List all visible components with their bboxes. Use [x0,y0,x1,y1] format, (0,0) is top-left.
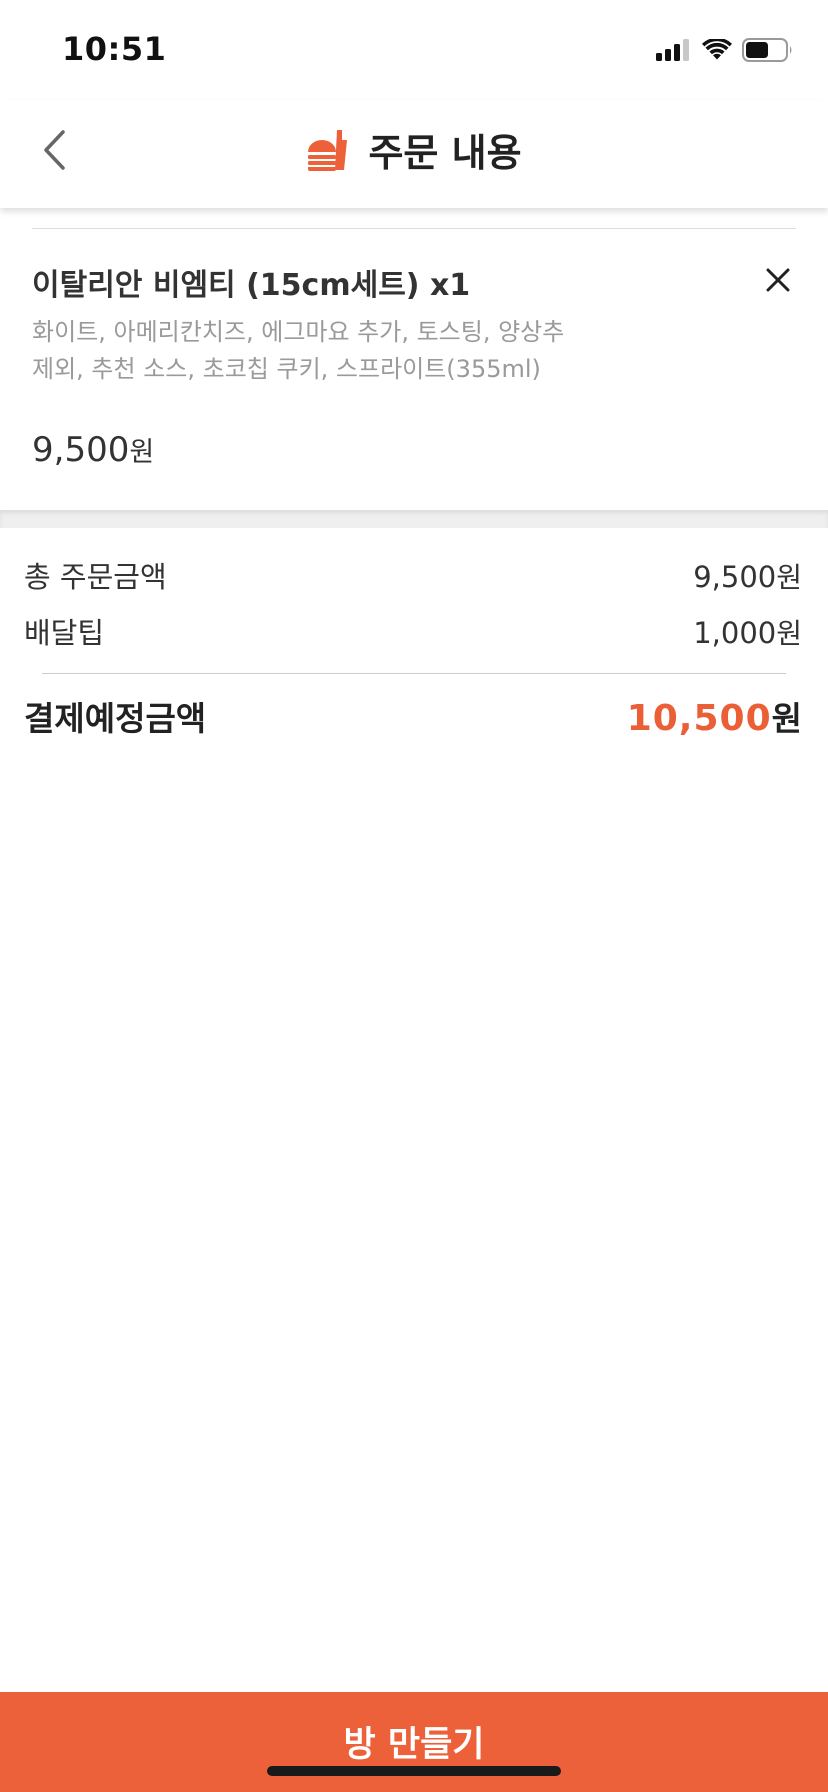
order-total-amount: 9,500원 [693,556,802,596]
delivery-tip-unit: 원 [776,617,802,650]
divider [32,228,796,229]
item-price-value: 9,500 [32,430,130,470]
payment-total-value: 10,500 [626,698,772,739]
order-item-card: 이탈리안 비엠티 (15cm세트) x1 화이트, 아메리칸치즈, 에그마요 추… [0,208,828,510]
payment-total-row: 결제예정금액 10,500원 [24,692,802,740]
item-price-unit: 원 [129,437,155,468]
payment-total-amount: 10,500원 [627,692,802,740]
payment-total-label: 결제예정금액 [24,699,207,738]
divider [42,673,786,674]
payment-total-unit: 원 [771,699,802,738]
delivery-tip-amount: 1,000원 [693,612,802,652]
wifi-icon [702,39,732,60]
header: 주문 내용 [0,100,828,208]
item-options: 화이트, 아메리칸치즈, 에그마요 추가, 토스팅, 양상추 제외, 추천 소스… [32,318,565,383]
battery-icon [742,38,792,62]
order-details-screen: 10:51 주문 내용 이탈리안 비엠티 (15cm세트) x1 화이트, 아메… [0,0,828,1792]
header-title-group: 주문 내용 [0,122,828,177]
order-total-label: 총 주문금액 [24,560,167,594]
page-title: 주문 내용 [368,131,522,175]
delivery-tip-value: 1,000 [693,616,777,650]
delivery-tip-row: 배달팁 1,000원 [24,610,802,652]
status-time: 10:51 [62,30,167,68]
create-room-button[interactable]: 방 만들기 [0,1692,828,1792]
home-indicator [267,1766,561,1776]
item-name: 이탈리안 비엠티 (15cm세트) x1 [32,268,471,303]
item-price: 9,500원 [32,430,154,470]
status-bar: 10:51 [0,0,828,100]
section-separator [0,510,828,528]
status-icons [656,36,794,64]
remove-item-button[interactable] [756,258,800,302]
delivery-tip-label: 배달팁 [24,616,105,650]
order-total-row: 총 주문금액 9,500원 [24,554,802,596]
burger-drink-icon [308,129,348,171]
order-total-value: 9,500 [693,560,777,594]
order-total-unit: 원 [776,561,802,594]
cellular-signal-icon [656,39,689,61]
close-icon [766,268,790,292]
